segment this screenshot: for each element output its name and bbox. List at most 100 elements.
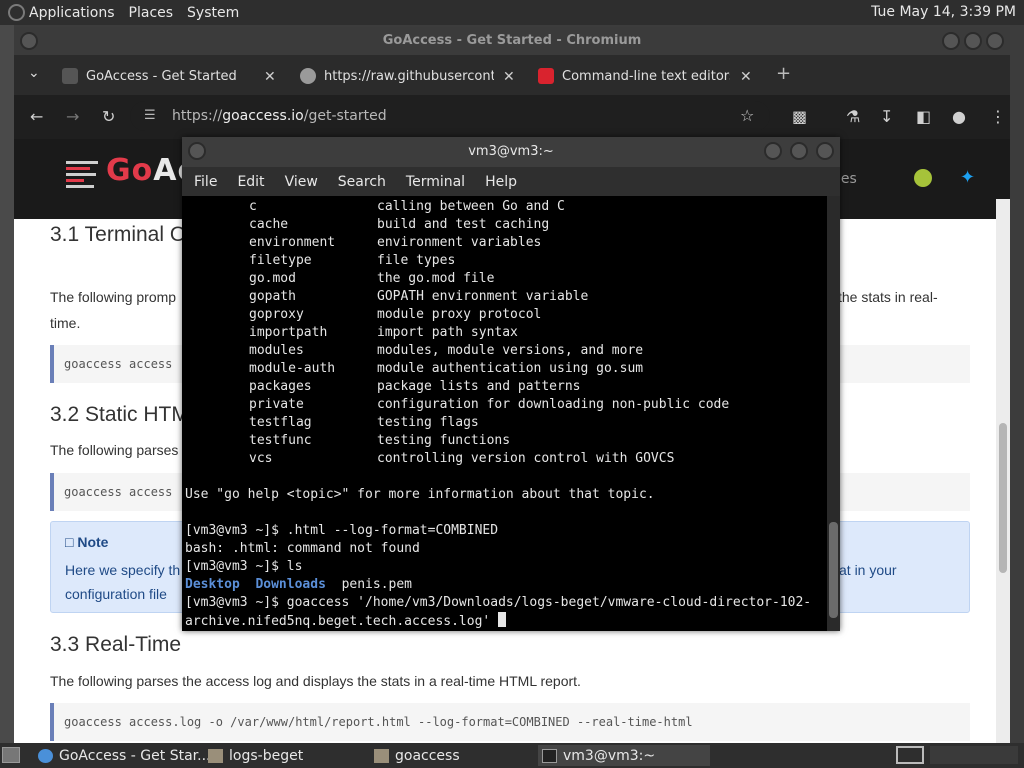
topic-description: modules, module versions, and more — [377, 343, 644, 358]
topic-description: GOPATH environment variable — [377, 289, 589, 304]
topic-description: configuration for downloading non-public… — [377, 397, 730, 412]
redhat-favicon-icon — [538, 68, 554, 84]
browser-toolbar: ← → ↻ ☰ https://goaccess.io/get-started … — [14, 95, 1010, 139]
address-bar[interactable]: ☰ https://goaccess.io/get-started ☆ — [130, 101, 770, 131]
para-realtime: The following parses the access log and … — [50, 673, 581, 689]
topic-name: module-auth — [249, 361, 336, 376]
terminal-window-menu-button[interactable] — [188, 142, 206, 160]
topic-description: calling between Go and C — [377, 199, 565, 214]
taskbar-item-chromium[interactable]: GoAccess - Get Star... — [38, 745, 210, 766]
terminal-menu-file[interactable]: File — [194, 174, 217, 190]
more-menu-icon[interactable]: ⋮ — [990, 107, 1006, 126]
github-icon[interactable] — [914, 169, 932, 187]
folder-icon — [374, 748, 389, 763]
applications-menu[interactable]: Applications — [8, 4, 115, 21]
profile-icon[interactable]: ● — [952, 107, 966, 126]
terminal-close-button[interactable] — [816, 142, 834, 160]
terminal-menu-view[interactable]: View — [285, 174, 318, 190]
panel-clock[interactable]: Tue May 14, 3:39 PM — [871, 4, 1016, 20]
terminal-command-line-cont: archive.nifed5nq.beget.tech.access.log' — [185, 612, 507, 631]
topic-description: module proxy protocol — [377, 307, 542, 322]
topic-name: private — [249, 397, 304, 412]
taskbar-item-goaccess[interactable]: goaccess — [374, 745, 460, 766]
terminal-scrollbar[interactable] — [827, 196, 840, 631]
terminal-menubar: File Edit View Search Terminal Help — [182, 167, 840, 196]
desktop-left-strip — [0, 25, 14, 743]
terminal-menu-search[interactable]: Search — [338, 174, 386, 190]
topic-description: testing functions — [377, 433, 511, 448]
side-panel-icon[interactable]: ◧ — [916, 107, 931, 126]
labs-flask-icon[interactable]: ⚗ — [846, 107, 860, 126]
bookmark-star-icon[interactable]: ☆ — [740, 101, 754, 131]
twitter-icon[interactable]: ✦ — [960, 167, 975, 188]
topic-name: testflag — [249, 415, 312, 430]
note-icon: □ — [65, 534, 74, 550]
back-icon[interactable]: ← — [30, 107, 43, 126]
terminal-maximize-button[interactable] — [790, 142, 808, 160]
topic-name: packages — [249, 379, 312, 394]
terminal-title: vm3@vm3:~ — [468, 144, 554, 159]
extensions-icon[interactable]: ▩ — [792, 107, 807, 126]
minimize-button[interactable] — [942, 32, 960, 50]
tab-close-icon[interactable]: ✕ — [503, 69, 515, 85]
taskbar-label: logs-beget — [229, 747, 304, 764]
page-scrollbar[interactable] — [996, 199, 1010, 743]
code-block-realtime[interactable]: goaccess access.log -o /var/www/html/rep… — [50, 703, 970, 741]
reload-icon[interactable]: ↻ — [102, 107, 115, 126]
goaccess-logo-icon[interactable] — [66, 161, 98, 189]
workspace-switcher-2[interactable] — [930, 746, 1018, 764]
tab-close-icon[interactable]: ✕ — [264, 69, 276, 85]
downloads-icon[interactable]: ↧ — [880, 107, 893, 126]
window-menu-button[interactable] — [20, 32, 38, 50]
close-window-button[interactable] — [986, 32, 1004, 50]
terminal-output[interactable]: c calling between Go and C cache build and … — [182, 196, 827, 631]
topic-name: importpath — [249, 325, 328, 340]
terminal-command-line: [vm3@vm3 ~]$ ls — [185, 559, 303, 574]
tab-close-icon[interactable]: ✕ — [740, 69, 752, 85]
terminal-minimize-button[interactable] — [764, 142, 782, 160]
terminal-menu-terminal[interactable]: Terminal — [406, 174, 465, 190]
terminal-cursor — [498, 612, 507, 627]
topic-name: goproxy — [249, 307, 304, 322]
bottom-panel: GoAccess - Get Star... logs-beget goacce… — [0, 743, 1024, 768]
taskbar-label: goaccess — [395, 747, 460, 764]
tab-search-chevron-icon[interactable]: ⌄ — [28, 65, 40, 81]
tab-label: GoAccess - Get Started — [86, 68, 237, 84]
terminal-menu-help[interactable]: Help — [485, 174, 517, 190]
topic-description: the go.mod file — [377, 271, 495, 286]
system-menu[interactable]: System — [187, 5, 239, 21]
topic-name: testfunc — [249, 433, 312, 448]
tab-text-editors[interactable]: Command-line text editors i — [538, 61, 730, 91]
terminal-help-hint: Use "go help <topic>" for more informati… — [185, 487, 655, 502]
terminal-titlebar[interactable]: vm3@vm3:~ — [182, 137, 840, 167]
forward-icon[interactable]: → — [66, 107, 79, 126]
heading-real-time-html: 3.3 Real-Time — [50, 633, 182, 656]
terminal-scrollbar-thumb[interactable] — [829, 522, 838, 618]
new-tab-icon[interactable]: + — [776, 63, 791, 84]
show-desktop-icon[interactable] — [2, 747, 20, 763]
chromium-icon — [38, 748, 53, 763]
url-text: https://goaccess.io/get-started — [172, 108, 387, 124]
chromium-titlebar[interactable]: GoAccess - Get Started - Chromium — [14, 27, 1010, 55]
topic-name: filetype — [249, 253, 312, 268]
places-menu[interactable]: Places — [129, 5, 174, 21]
globe-favicon-icon — [300, 68, 316, 84]
topic-name: environment — [249, 235, 336, 250]
terminal-command-line: [vm3@vm3 ~]$ .html --log-format=COMBINED — [185, 523, 499, 538]
taskbar-item-logs-beget[interactable]: logs-beget — [208, 745, 303, 766]
topic-description: controlling version control with GOVCS — [377, 451, 675, 466]
tab-goaccess[interactable]: GoAccess - Get Started — [62, 61, 262, 91]
page-scrollbar-thumb[interactable] — [999, 423, 1007, 573]
terminal-menu-edit[interactable]: Edit — [237, 174, 264, 190]
topic-description: build and test caching — [377, 217, 550, 232]
note-line-1-right: at in your — [839, 562, 897, 578]
workspace-switcher-1[interactable] — [896, 746, 924, 764]
topic-description: environment variables — [377, 235, 542, 250]
maximize-button[interactable] — [964, 32, 982, 50]
tab-github-raw[interactable]: https://raw.githubuserconten — [300, 61, 494, 91]
site-info-icon[interactable]: ☰ — [144, 101, 156, 131]
taskbar-item-terminal[interactable]: vm3@vm3:~ — [538, 745, 710, 766]
topic-description: testing flags — [377, 415, 479, 430]
goaccess-favicon-icon — [62, 68, 78, 84]
topic-name: c — [249, 199, 257, 214]
